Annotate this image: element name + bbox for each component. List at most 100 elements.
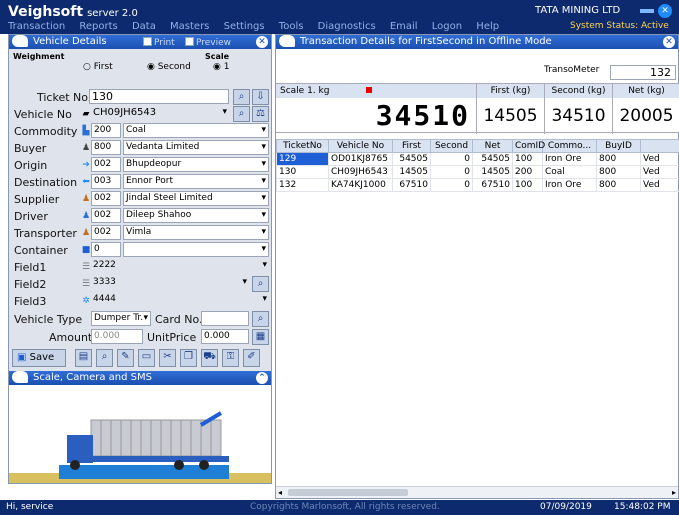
cell-ticketno: 129 xyxy=(276,152,329,166)
scrollbar-thumb[interactable] xyxy=(288,489,408,496)
weighment-group: Weighment ○ First ◉ Second Scale ◉ 1 xyxy=(9,52,273,88)
col-buyer[interactable] xyxy=(640,139,679,153)
key-icon[interactable]: ⚿ xyxy=(222,349,239,367)
origin-select[interactable]: Bhupdeopur xyxy=(123,157,269,172)
transaction-panel: Transaction Details for FirstSecond in O… xyxy=(275,34,679,499)
col-comid[interactable]: ComID xyxy=(512,139,545,153)
menu-bar: Transaction Reports Data Masters Setting… xyxy=(0,20,679,34)
cell-buyid: 800 xyxy=(596,152,641,166)
search-icon[interactable]: ⌕ xyxy=(252,276,269,292)
search-icon[interactable]: ⌕ xyxy=(233,89,250,105)
supplier-code[interactable]: 002 xyxy=(91,191,121,206)
destination-code[interactable]: 003 xyxy=(91,174,121,189)
panel-cap-icon xyxy=(12,371,28,383)
cell-comid: 100 xyxy=(512,178,543,192)
print-checkbox[interactable]: Print xyxy=(143,36,175,50)
col-first[interactable]: First xyxy=(392,139,431,153)
menu-reports[interactable]: Reports xyxy=(79,21,117,32)
menu-diagnostics[interactable]: Diagnostics xyxy=(318,21,376,32)
card-icon[interactable]: ▭ xyxy=(138,349,155,367)
vehicle-select[interactable]: CH09JH6543 xyxy=(91,106,229,121)
close-icon[interactable]: ✕ xyxy=(256,36,268,48)
table-row[interactable]: 130 CH09JH6543 14505 0 14505 200 Coal 80… xyxy=(276,165,679,179)
brush-icon[interactable]: ✐ xyxy=(243,349,260,367)
preview-checkbox[interactable]: Preview xyxy=(185,36,231,50)
status-time: 15:48:02 PM xyxy=(614,502,671,512)
second-radio[interactable]: ◉ Second xyxy=(147,62,191,72)
commodity-code[interactable]: 200 xyxy=(91,123,121,138)
transporter-select[interactable]: Vimla xyxy=(123,225,269,240)
vehicle-details-header: Vehicle Details Print Preview ✕ xyxy=(9,35,271,49)
scroll-right-icon[interactable]: ▸ xyxy=(672,488,676,497)
close-icon[interactable]: ✕ xyxy=(663,36,675,48)
menu-masters[interactable]: Masters xyxy=(170,21,209,32)
vehicle-type-select[interactable]: Dumper Tr. xyxy=(91,311,151,326)
scale-radio[interactable]: ◉ 1 xyxy=(213,62,229,72)
card-label: Card No. xyxy=(155,313,203,326)
first-radio[interactable]: ○ First xyxy=(83,62,113,72)
amount-input[interactable]: 0.000 xyxy=(91,329,143,344)
col-vehicleno[interactable]: Vehicle No xyxy=(328,139,393,153)
minimize-button[interactable] xyxy=(640,9,654,13)
transporter-row: Transporter ♟ 002 Vimla xyxy=(9,225,273,242)
save-button[interactable]: ▣ Save xyxy=(12,349,66,367)
transaction-grid: TicketNo Vehicle No First Second Net Com… xyxy=(276,139,679,479)
cut-icon[interactable]: ✂ xyxy=(159,349,176,367)
col-second[interactable]: Second xyxy=(430,139,473,153)
cell-comid: 200 xyxy=(512,165,543,179)
menu-data[interactable]: Data xyxy=(132,21,156,32)
cell-ticketno: 130 xyxy=(276,165,329,179)
container-stepper[interactable]: 0 xyxy=(91,242,121,257)
table-row[interactable]: 129 OD01KJ8765 54505 0 54505 100 Iron Or… xyxy=(276,152,679,166)
field3-select[interactable]: 4444 xyxy=(91,293,269,308)
menu-email[interactable]: Email xyxy=(390,21,418,32)
net-value: 20005 xyxy=(612,98,679,134)
col-ticketno[interactable]: TicketNo xyxy=(276,139,329,153)
table-row[interactable]: 132 KA74KJ1000 67510 0 67510 100 Iron Or… xyxy=(276,178,679,192)
edit-icon[interactable]: ✎ xyxy=(117,349,134,367)
download-icon[interactable]: ⇩ xyxy=(252,89,269,105)
search-icon[interactable]: ⌕ xyxy=(96,349,113,367)
supplier-select[interactable]: Jindal Steel Limited xyxy=(123,191,269,206)
calculator-icon[interactable]: ▦ xyxy=(252,329,269,345)
menu-transaction[interactable]: Transaction xyxy=(8,21,65,32)
driver-code[interactable]: 002 xyxy=(91,208,121,223)
search-icon[interactable]: ⌕ xyxy=(233,106,250,122)
horizontal-scrollbar[interactable]: ◂ ▸ xyxy=(276,486,678,498)
buyer-select[interactable]: Vedanta Limited xyxy=(123,140,269,155)
search-icon[interactable]: ⌕ xyxy=(252,311,269,327)
collapse-icon[interactable]: ⌃ xyxy=(256,372,268,384)
unitprice-input[interactable]: 0.000 xyxy=(201,329,249,344)
scroll-left-icon[interactable]: ◂ xyxy=(278,488,282,497)
commodity-select[interactable]: Coal xyxy=(123,123,269,138)
copy-icon[interactable]: ❐ xyxy=(180,349,197,367)
origin-code[interactable]: 002 xyxy=(91,157,121,172)
card-input[interactable] xyxy=(201,311,249,326)
col-net[interactable]: Net xyxy=(472,139,513,153)
commodity-row: Commodity ▙ 200 Coal xyxy=(9,123,273,140)
buyer-code[interactable]: 800 xyxy=(91,140,121,155)
supplier-row: Supplier ♟ 002 Jindal Steel Limited xyxy=(9,191,273,208)
menu-settings[interactable]: Settings xyxy=(224,21,265,32)
field2-select[interactable]: 3333 xyxy=(91,276,249,291)
weight-icon[interactable]: ⚖ xyxy=(252,106,269,122)
menu-tools[interactable]: Tools xyxy=(279,21,304,32)
weight-display: Scale 1. kg 34510 First (kg) Second (kg)… xyxy=(276,83,679,134)
menu-help[interactable]: Help xyxy=(476,21,499,32)
cart-icon[interactable]: ⛟ xyxy=(201,349,218,367)
close-icon[interactable]: ✕ xyxy=(658,4,672,18)
container-select[interactable] xyxy=(123,242,269,257)
ticket-input[interactable]: 130 xyxy=(89,89,229,104)
col-commodity[interactable]: Commo... xyxy=(542,139,597,153)
origin-row: Origin ➔ 002 Bhupdeopur xyxy=(9,157,273,174)
transometer-input[interactable]: 132 xyxy=(610,65,676,80)
menu-logon[interactable]: Logon xyxy=(432,21,462,32)
transporter-code[interactable]: 002 xyxy=(91,225,121,240)
cell-first: 54505 xyxy=(392,152,431,166)
destination-select[interactable]: Ennor Port xyxy=(123,174,269,189)
document-icon[interactable]: ▤ xyxy=(75,349,92,367)
field1-select[interactable]: 2222 xyxy=(91,259,269,274)
col-buyid[interactable]: BuyID xyxy=(596,139,641,153)
cell-commodity: Coal xyxy=(542,165,597,179)
driver-select[interactable]: Dileep Shahoo xyxy=(123,208,269,223)
